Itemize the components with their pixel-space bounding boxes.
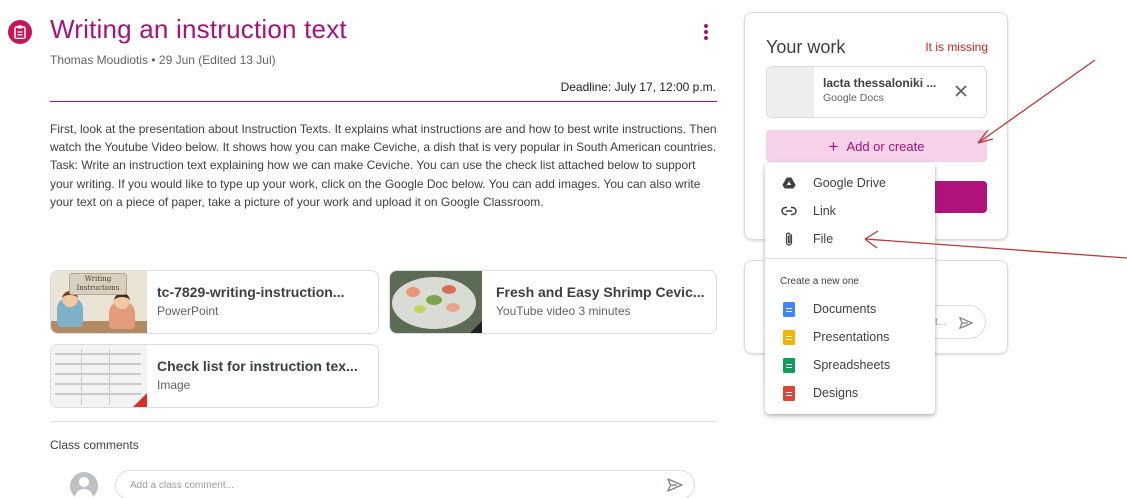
status-badge: It is missing <box>925 40 988 54</box>
class-comment-input[interactable] <box>115 470 695 498</box>
menu-item-presentations[interactable]: Presentations <box>765 323 935 351</box>
plus-icon: + <box>828 136 839 156</box>
attachment-card-powerpoint[interactable]: Writing Instructions tc-7829-writing-ins… <box>50 270 379 334</box>
file-thumbnail <box>767 67 814 117</box>
header-divider <box>50 101 717 102</box>
class-comments-label: Class comments <box>50 438 139 452</box>
menu-item-spreadsheets[interactable]: Spreadsheets <box>765 351 935 379</box>
menu-item-documents[interactable]: Documents <box>765 295 935 323</box>
more-options-icon[interactable] <box>700 22 712 42</box>
menu-item-label: Link <box>813 204 836 218</box>
menu-item-label: Google Drive <box>813 176 886 190</box>
menu-item-label: Presentations <box>813 330 890 344</box>
menu-item-designs[interactable]: Designs <box>765 379 935 407</box>
add-or-create-label: Add or create <box>846 138 925 154</box>
attachment-title: Fresh and Easy Shrimp Cevic... <box>496 284 705 300</box>
menu-item-google-drive[interactable]: Google Drive <box>765 169 935 197</box>
attachment-card-video[interactable]: Fresh and Easy Shrimp Cevic... YouTube v… <box>389 270 717 334</box>
send-icon[interactable] <box>958 315 974 331</box>
link-icon <box>781 206 797 216</box>
attachment-title: tc-7829-writing-instruction... <box>157 284 345 300</box>
menu-item-link[interactable]: Link <box>765 197 935 225</box>
paperclip-icon <box>785 232 793 246</box>
drawings-icon <box>783 385 795 401</box>
close-icon[interactable] <box>950 80 972 102</box>
page-title: Writing an instruction text <box>50 14 347 44</box>
video-thumbnail <box>390 271 482 333</box>
menu-item-label: Designs <box>813 386 859 400</box>
private-comment-placeholder: t... <box>935 317 947 328</box>
menu-item-file[interactable]: File <box>765 225 935 253</box>
file-type: Google Docs <box>823 92 884 104</box>
send-icon[interactable] <box>666 476 684 494</box>
attachment-subtitle: Image <box>157 378 191 392</box>
assignment-meta: Thomas Moudiotis • 29 Jun (Edited 13 Jul… <box>50 53 276 67</box>
assignment-description: First, look at the presentation about In… <box>50 122 717 209</box>
attachment-subtitle: YouTube video 3 minutes <box>496 304 631 318</box>
menu-item-label: Documents <box>813 302 877 316</box>
menu-item-label: Spreadsheets <box>813 358 891 372</box>
attachment-title: Check list for instruction tex... <box>157 358 358 374</box>
menu-divider <box>765 258 935 259</box>
menu-item-label: File <box>813 232 834 246</box>
powerpoint-thumbnail: Writing Instructions <box>51 271 147 333</box>
turn-in-button[interactable] <box>931 181 987 213</box>
attachment-subtitle: PowerPoint <box>157 304 219 318</box>
google-drive-icon <box>782 177 796 189</box>
assignment-icon <box>8 20 32 44</box>
comments-divider <box>50 421 717 422</box>
docs-icon <box>783 301 795 317</box>
file-name: lacta thessaloniki ... <box>823 76 937 90</box>
deadline: Deadline: July 17, 12:00 p.m. <box>560 80 716 94</box>
avatar <box>70 472 98 498</box>
add-or-create-button[interactable]: + Add or create <box>766 130 987 162</box>
create-new-heading: Create a new one <box>780 276 859 287</box>
attachment-card-image[interactable]: Check list for instruction tex... Image <box>50 344 379 408</box>
clipboard-icon <box>14 25 26 39</box>
thumbnail-banner-text: Writing Instructions <box>69 273 127 295</box>
image-thumbnail <box>51 345 147 407</box>
your-work-title: Your work <box>766 37 846 57</box>
sheets-icon <box>783 357 795 373</box>
slides-icon <box>783 329 795 345</box>
